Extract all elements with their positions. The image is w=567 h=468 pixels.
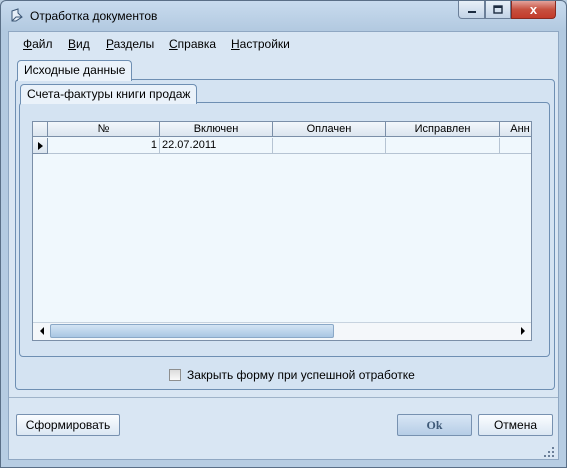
scroll-left-button[interactable] — [33, 323, 50, 339]
ok-button[interactable]: Ok — [397, 414, 472, 436]
header-corrected[interactable]: Исправлен — [386, 122, 500, 137]
scroll-thumb[interactable] — [50, 324, 334, 338]
tab-source-data[interactable]: Исходные данные — [17, 60, 133, 81]
cancel-button[interactable]: Отмена — [478, 414, 553, 436]
row-indicator — [33, 138, 48, 154]
cell-included[interactable]: 22.07.2011 — [160, 138, 273, 154]
scroll-right-button[interactable] — [514, 323, 531, 339]
menu-bar: Файл Вид Разделы Справка Настройки — [9, 32, 558, 56]
source-data-panel: Счета-фактуры книги продаж № Включен Опл… — [15, 79, 555, 390]
row-pointer-icon — [38, 142, 43, 150]
table-row[interactable]: 1 22.07.2011 — [33, 138, 531, 154]
close-icon: x — [529, 2, 538, 17]
close-on-success-label: Закрыть форму при успешной отработке — [187, 368, 415, 382]
header-paid[interactable]: Оплачен — [273, 122, 386, 137]
menu-settings[interactable]: Настройки — [231, 37, 290, 51]
maximize-button[interactable] — [485, 1, 511, 19]
header-annulled[interactable]: Анн — [500, 122, 531, 137]
document-app-icon — [11, 8, 23, 22]
resize-grip-icon[interactable] — [544, 447, 554, 457]
close-on-success-checkbox[interactable] — [169, 369, 181, 381]
footer-divider — [9, 397, 558, 398]
app-window: Отработка документов x Файл Вид Разделы … — [0, 0, 567, 468]
scroll-right-icon — [520, 327, 525, 335]
window-title: Отработка документов — [30, 9, 158, 23]
client-area: Файл Вид Разделы Справка Настройки Исход… — [8, 31, 559, 460]
close-on-success-option[interactable]: Закрыть форму при успешной отработке — [169, 368, 415, 382]
menu-sections[interactable]: Разделы — [106, 37, 154, 51]
header-number[interactable]: № — [48, 122, 160, 137]
invoices-grid[interactable]: № Включен Оплачен Исправлен Анн 1 22.07.… — [32, 121, 532, 341]
cell-annulled[interactable] — [500, 138, 531, 154]
minimize-icon — [467, 10, 476, 13]
tab-sales-invoices[interactable]: Счета-фактуры книги продаж — [20, 84, 198, 104]
header-included[interactable]: Включен — [160, 122, 273, 137]
generate-button[interactable]: Сформировать — [16, 414, 120, 436]
cell-paid[interactable] — [273, 138, 386, 154]
menu-help[interactable]: Справка — [169, 37, 216, 51]
sales-invoices-panel: № Включен Оплачен Исправлен Анн 1 22.07.… — [19, 102, 550, 357]
scroll-left-icon — [39, 327, 44, 335]
title-bar[interactable]: Отработка документов x — [1, 1, 566, 31]
header-indicator — [33, 122, 48, 137]
grid-header: № Включен Оплачен Исправлен Анн — [33, 122, 531, 138]
menu-file[interactable]: Файл — [23, 37, 53, 51]
close-button[interactable]: x — [511, 1, 556, 19]
horizontal-scrollbar[interactable] — [33, 322, 531, 340]
cell-corrected[interactable] — [386, 138, 500, 154]
minimize-button[interactable] — [458, 1, 485, 19]
cell-number[interactable]: 1 — [48, 138, 160, 154]
maximize-icon — [493, 5, 503, 14]
menu-view[interactable]: Вид — [68, 37, 90, 51]
